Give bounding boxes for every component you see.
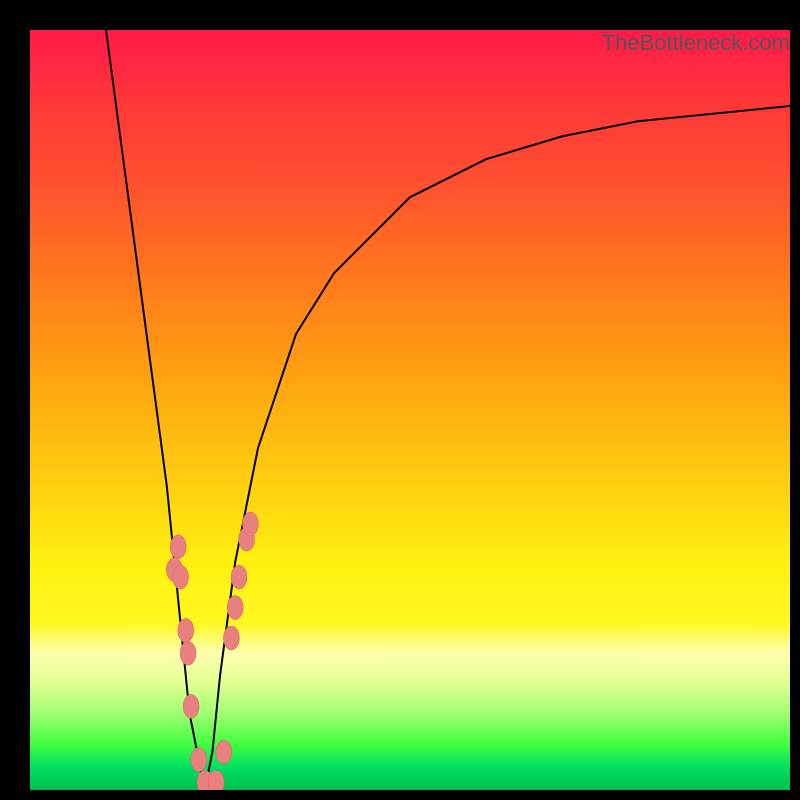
- curve-left-branch: [106, 30, 205, 790]
- data-marker: [216, 740, 232, 764]
- data-marker: [170, 535, 186, 559]
- markers-left: [166, 535, 212, 790]
- data-marker: [208, 770, 224, 790]
- data-marker: [242, 512, 258, 536]
- data-marker: [223, 626, 239, 650]
- data-marker: [227, 596, 243, 620]
- data-marker: [191, 748, 207, 772]
- chart-svg: [30, 30, 790, 790]
- markers-right: [208, 512, 258, 790]
- data-marker: [231, 565, 247, 589]
- data-marker: [183, 694, 199, 718]
- data-marker: [173, 565, 189, 589]
- curve-right-branch: [205, 106, 790, 790]
- data-marker: [178, 618, 194, 642]
- data-marker: [180, 641, 196, 665]
- watermark-text: TheBottleneck.com: [602, 30, 790, 56]
